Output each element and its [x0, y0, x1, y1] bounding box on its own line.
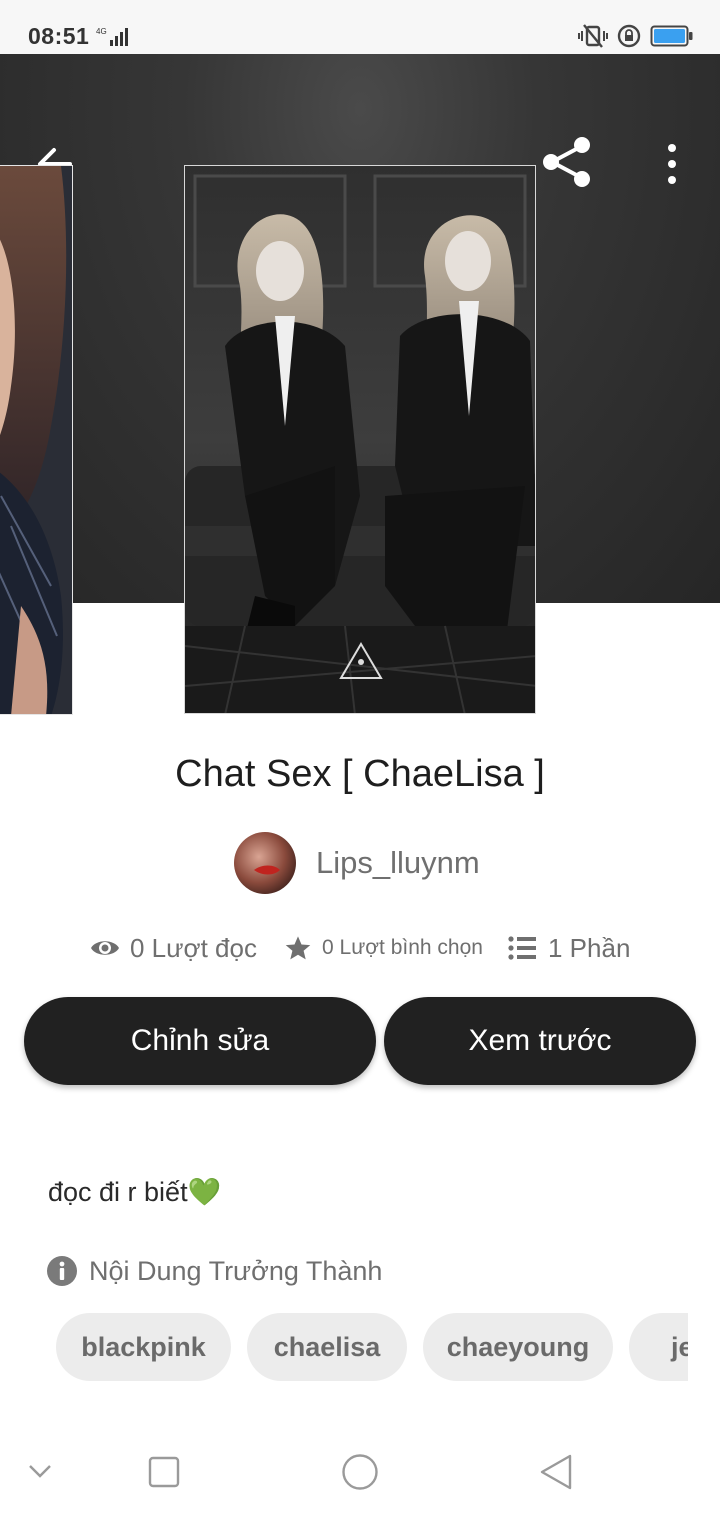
share-icon [543, 137, 590, 187]
avatar[interactable] [234, 832, 296, 894]
network-label: 4G [96, 27, 107, 36]
status-icons [578, 22, 694, 50]
cover-image [0, 166, 72, 714]
status-bar: 08:51 4G [0, 0, 720, 54]
cover-image [185, 166, 535, 713]
tag-chaelisa[interactable]: chaelisa [247, 1313, 407, 1381]
mature-content-label: Nội Dung Trưởng Thành [89, 1255, 383, 1286]
story-stats: 0 Lượt đọc 0 Lượt bình chọn 1 Phần [90, 926, 650, 970]
signal-icon: 4G [96, 27, 128, 46]
more-options-button[interactable] [650, 138, 694, 190]
author-name[interactable]: Lips_lluynm [316, 845, 480, 881]
story-description: đọc đi r biết💚 [48, 1177, 222, 1207]
vibrate-icon [578, 24, 608, 48]
tag-partial[interactable]: je [629, 1313, 688, 1381]
story-title: Chat Sex [ ChaeLisa ] [175, 753, 545, 795]
votes-stat: 0 Lượt bình chọn [284, 926, 483, 970]
parts-stat: 1 Phần [508, 926, 630, 970]
list-icon [508, 936, 536, 960]
edit-button[interactable]: Chỉnh sửa [24, 997, 376, 1085]
author-row[interactable]: Lips_lluynm [234, 832, 480, 894]
status-time: 08:51 [28, 23, 90, 49]
reads-count: 0 Lượt đọc [130, 932, 257, 963]
tag-chaeyoung[interactable]: chaeyoung [423, 1313, 613, 1381]
info-icon [47, 1256, 77, 1286]
tag-blackpink[interactable]: blackpink [56, 1313, 231, 1381]
parts-count: 1 Phần [548, 932, 631, 963]
preview-button[interactable]: Xem trước [384, 997, 696, 1085]
previous-story-cover[interactable] [0, 165, 73, 715]
battery-icon [650, 25, 693, 47]
reads-stat: 0 Lượt đọc [90, 926, 257, 970]
story-cover[interactable] [184, 165, 536, 714]
mature-content-notice[interactable]: Nội Dung Trưởng Thành [47, 1255, 382, 1287]
votes-count: 0 Lượt bình chọn [322, 936, 483, 959]
rotation-lock-icon [617, 24, 641, 48]
tags-list: blackpink chaelisa chaeyoung je [56, 1313, 688, 1381]
share-button[interactable] [538, 134, 598, 190]
system-navigation-bar [0, 1425, 720, 1520]
avatar-image [234, 832, 296, 894]
chevron-down-icon[interactable] [28, 1463, 52, 1479]
recent-apps-icon[interactable] [148, 1456, 180, 1488]
home-icon[interactable] [341, 1453, 379, 1491]
star-icon [285, 936, 311, 960]
more-vertical-icon [668, 144, 676, 184]
back-triangle-icon[interactable] [538, 1453, 574, 1491]
eye-icon [91, 941, 119, 955]
